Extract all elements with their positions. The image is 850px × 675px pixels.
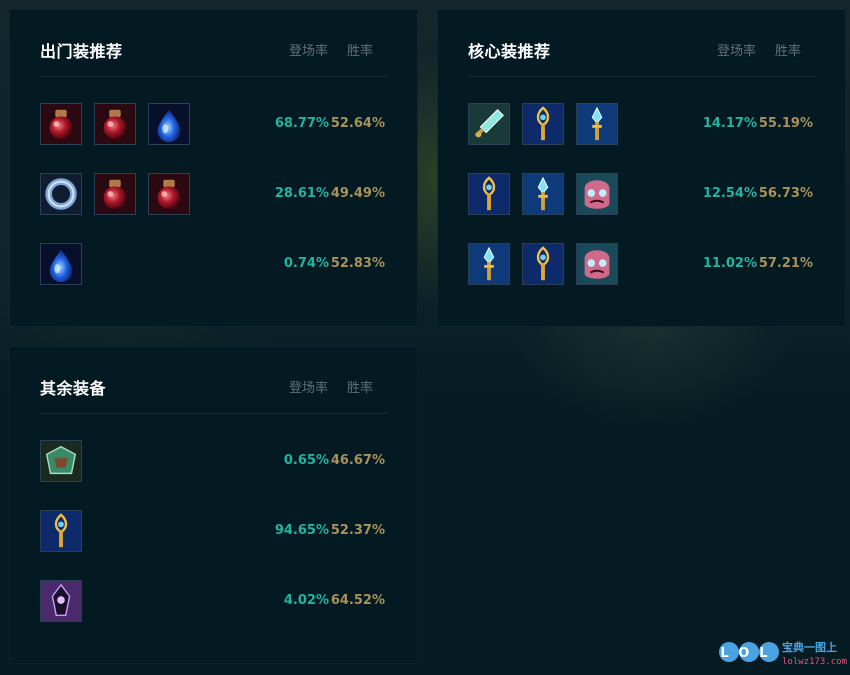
- build-row: 0.65% 46.67%: [40, 440, 388, 484]
- panel-title: 核心装推荐: [468, 42, 551, 61]
- other-items-panel: 其余装备 登场率 胜率 0.65% 46.67% 94.65% 52.37% 4.02%…: [10, 347, 417, 663]
- win-rate-value: 49.49%: [330, 186, 385, 201]
- ring-icon[interactable]: [40, 173, 82, 215]
- win-rate-value: 56.73%: [758, 186, 813, 201]
- panel-title: 其余装备: [40, 379, 107, 398]
- red-potion-icon[interactable]: [94, 173, 136, 215]
- golden-staff-icon[interactable]: [522, 243, 564, 285]
- win-rate-value: 52.37%: [330, 523, 385, 538]
- divider: [40, 413, 388, 414]
- golden-staff-icon[interactable]: [468, 173, 510, 215]
- ghost-mask-icon[interactable]: [576, 243, 618, 285]
- pick-rate-value: 68.77%: [274, 116, 329, 131]
- pick-rate-value: 14.17%: [702, 116, 757, 131]
- win-rate-value: 52.83%: [330, 256, 385, 271]
- core-items-panel: 核心装推荐 登场率 胜率 14.17% 55.19% 12.54% 56.73% 11.…: [438, 10, 845, 326]
- ghost-mask-icon[interactable]: [576, 173, 618, 215]
- blue-tear-icon[interactable]: [148, 103, 190, 145]
- red-potion-icon[interactable]: [40, 103, 82, 145]
- build-row: 11.02% 57.21%: [468, 243, 816, 287]
- win-rate-value: 52.64%: [330, 116, 385, 131]
- win-rate-value: 57.21%: [758, 256, 813, 271]
- win-rate-header: 胜率: [775, 44, 802, 59]
- svg-text:lolwz173.com: lolwz173.com: [782, 657, 847, 667]
- crystal-staff-icon[interactable]: [468, 243, 510, 285]
- win-rate-header: 胜率: [347, 44, 374, 59]
- win-rate-header: 胜率: [347, 381, 374, 396]
- crystal-staff-icon[interactable]: [522, 173, 564, 215]
- build-row: 14.17% 55.19%: [468, 103, 816, 147]
- panel-title: 出门装推荐: [40, 42, 123, 61]
- blue-tear-icon[interactable]: [40, 243, 82, 285]
- red-potion-icon[interactable]: [148, 173, 190, 215]
- build-row: 94.65% 52.37%: [40, 510, 388, 554]
- build-row: 12.54% 56.73%: [468, 173, 816, 217]
- golden-staff-icon[interactable]: [522, 103, 564, 145]
- site-watermark: LOL 宝典一图上 lolwz173.com: [718, 638, 848, 668]
- crystal-staff-icon[interactable]: [576, 103, 618, 145]
- svg-text:宝典一图上: 宝典一图上: [782, 640, 837, 654]
- divider: [40, 76, 388, 77]
- red-potion-icon[interactable]: [94, 103, 136, 145]
- pick-rate-header: 登场率: [289, 381, 329, 396]
- build-row: 28.61% 49.49%: [40, 173, 388, 217]
- build-row: 4.02% 64.52%: [40, 580, 388, 624]
- win-rate-value: 55.19%: [758, 116, 813, 131]
- pick-rate-header: 登场率: [289, 44, 329, 59]
- pick-rate-value: 11.02%: [702, 256, 757, 271]
- svg-text:LOL: LOL: [720, 646, 777, 661]
- pick-rate-value: 94.65%: [274, 523, 329, 538]
- starting-items-panel: 出门装推荐 登场率 胜率 68.77% 52.64% 28.61% 49.49% 0.7…: [10, 10, 417, 326]
- pick-rate-value: 0.74%: [283, 256, 329, 271]
- purple-shard-icon[interactable]: [40, 580, 82, 622]
- pick-rate-header: 登场率: [717, 44, 757, 59]
- build-row: 68.77% 52.64%: [40, 103, 388, 147]
- build-row: 0.74% 52.83%: [40, 243, 388, 287]
- golden-staff-icon[interactable]: [40, 510, 82, 552]
- pick-rate-value: 4.02%: [283, 593, 329, 608]
- green-armor-icon[interactable]: [40, 440, 82, 482]
- pick-rate-value: 28.61%: [274, 186, 329, 201]
- crystal-spear-icon[interactable]: [468, 103, 510, 145]
- divider: [468, 76, 816, 77]
- win-rate-value: 64.52%: [330, 593, 385, 608]
- pick-rate-value: 0.65%: [283, 453, 329, 468]
- pick-rate-value: 12.54%: [702, 186, 757, 201]
- win-rate-value: 46.67%: [330, 453, 385, 468]
